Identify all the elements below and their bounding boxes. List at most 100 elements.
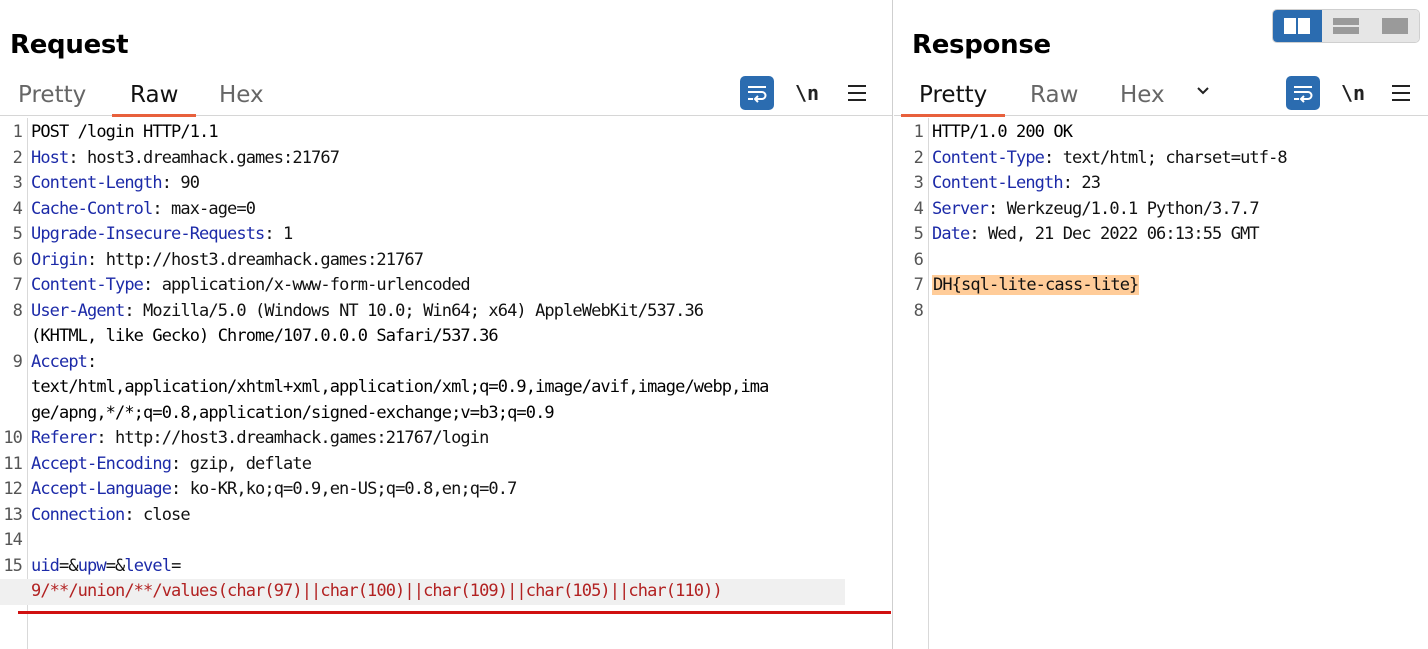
line-number: 1 xyxy=(12,122,23,142)
response-editor[interactable]: 1 HTTP/1.0 200 OK 2 Content-Type: text/html… xyxy=(894,118,1428,649)
header-line: User-Agent: Mozilla/5.0 (Windows NT 10.0… xyxy=(31,300,704,321)
line-number: 4 xyxy=(913,198,924,219)
single-pane-layout-icon xyxy=(1381,18,1408,34)
request-tab-hex[interactable]: Hex xyxy=(219,80,264,116)
header-value: host3.dreamhack.games:21767 xyxy=(87,147,340,168)
chevron-down-icon[interactable] xyxy=(1196,84,1210,98)
response-tab-pretty[interactable]: Pretty xyxy=(900,80,1006,117)
header-value: ko-KR,ko;q=0.9,en-US;q=0.8,en;q=0.7 xyxy=(189,479,518,499)
line-number: 6 xyxy=(913,249,924,270)
header-name: User-Agent xyxy=(31,300,125,321)
header-name: Accept xyxy=(31,351,88,372)
layout-toggle[interactable] xyxy=(1272,9,1420,43)
code-line: 5 Date: Wed, 21 Dec 2022 06:13:55 GMT xyxy=(894,222,1428,248)
header-value: text/html; charset=utf-8 xyxy=(1062,147,1288,168)
layout-single[interactable] xyxy=(1370,10,1419,42)
header-line: Accept: xyxy=(31,351,106,372)
code-line: 6 xyxy=(894,248,1428,274)
header-value: Wed, 21 Dec 2022 06:13:55 GMT xyxy=(988,224,1260,244)
code-line: 3 Content-Length: 90 xyxy=(0,171,892,197)
request-newline-toggle[interactable]: \n xyxy=(790,76,824,110)
request-wrap-button[interactable] xyxy=(740,76,774,110)
code-line: 1 POST /login HTTP/1.1 xyxy=(0,120,892,146)
request-menu-button[interactable] xyxy=(840,76,874,110)
request-tab-raw[interactable]: Raw xyxy=(111,80,197,117)
header-line: Server: Werkzeug/1.0.1 Python/3.7.7 xyxy=(932,198,1260,219)
layout-stacked[interactable] xyxy=(1321,10,1371,42)
code-line: 7 Content-Type: application/x-www-form-ur… xyxy=(0,273,892,299)
line-number: 12 xyxy=(3,479,23,499)
header-line: Cache-Control: max-age=0 xyxy=(31,198,256,219)
header-line: Referer: http://host3.dreamhack.games:21… xyxy=(31,428,489,448)
body-param-separator: =& xyxy=(105,555,126,576)
header-name: Referer xyxy=(31,428,97,448)
header-value: Werkzeug/1.0.1 Python/3.7.7 xyxy=(1006,198,1260,219)
response-wrap-button[interactable] xyxy=(1286,76,1320,110)
header-name: Host xyxy=(31,147,69,168)
code-line: 1 HTTP/1.0 200 OK xyxy=(894,120,1428,146)
response-tab-hex[interactable]: Hex xyxy=(1120,80,1165,116)
header-value: close xyxy=(143,504,191,525)
code-line: 6 Origin: http://host3.dreamhack.games:21… xyxy=(0,248,892,274)
header-line: Date: Wed, 21 Dec 2022 06:13:55 GMT xyxy=(932,224,1260,244)
stacked-layout-icon xyxy=(1333,18,1359,34)
header-value: gzip, deflate xyxy=(189,453,312,474)
request-tab-pretty[interactable]: Pretty xyxy=(18,80,86,116)
request-editor[interactable]: 1 POST /login HTTP/1.1 2 Host: host3.dreamh… xyxy=(0,118,892,649)
body-param-separator: = xyxy=(171,555,181,576)
plain-line: (KHTML, like Gecko) Chrome/107.0.0.0 Saf… xyxy=(31,326,499,346)
plain-line: text/html,application/xhtml+xml,applicat… xyxy=(31,377,769,397)
body-param-name: upw xyxy=(77,555,107,576)
header-line: Content-Type: application/x-www-form-url… xyxy=(31,275,471,295)
sql-injection-payload: 9/**/union/**/values(char(97)||char(100)… xyxy=(31,581,723,601)
response-tab-raw[interactable]: Raw xyxy=(1030,80,1078,116)
code-line: 8 xyxy=(894,299,1428,325)
header-name: Accept-Encoding xyxy=(31,453,172,474)
line-number: 7 xyxy=(12,275,23,295)
plain-line: ge/apng,*/*;q=0.8,application/signed-exc… xyxy=(31,402,555,423)
hamburger-icon xyxy=(848,85,866,87)
request-pane: Request Pretty Raw Hex \n 1 POST /login H… xyxy=(0,0,893,649)
header-name: Content-Type xyxy=(31,275,144,295)
header-name: Content-Type xyxy=(932,147,1045,168)
header-value: http://host3.dreamhack.games:21767/login xyxy=(115,428,489,448)
line-number: 1 xyxy=(913,122,924,142)
word-wrap-icon xyxy=(1294,86,1313,103)
header-line: Content-Length: 90 xyxy=(31,173,200,193)
code-line: 4 Server: Werkzeug/1.0.1 Python/3.7.7 xyxy=(894,197,1428,223)
header-value: application/x-www-form-urlencoded xyxy=(161,275,471,295)
line-number: 8 xyxy=(913,300,924,321)
body-param-separator: =& xyxy=(59,555,79,576)
line-number: 5 xyxy=(913,224,924,244)
line-number: 14 xyxy=(3,530,23,550)
request-tabbar: Pretty Raw Hex \n xyxy=(0,70,892,117)
line-number: 13 xyxy=(3,504,23,525)
header-value: Mozilla/5.0 (Windows NT 10.0; Win64; x64… xyxy=(143,300,704,321)
code-line: 2 Host: host3.dreamhack.games:21767 xyxy=(0,146,892,172)
response-newline-toggle[interactable]: \n xyxy=(1336,76,1370,110)
body-param-name: uid xyxy=(31,555,60,576)
response-pane: Response Pretty Raw Hex \n 1 HTTP/1.0 200… xyxy=(894,0,1428,649)
code-line: 2 Content-Type: text/html; charset=utf-8 xyxy=(894,146,1428,172)
line-number: 8 xyxy=(12,300,23,321)
code-line: 15 uid=&upw=&level= xyxy=(0,554,892,580)
header-name: Content-Length xyxy=(932,173,1064,193)
response-title: Response xyxy=(912,30,1051,60)
line-number: 3 xyxy=(12,173,23,193)
layout-side-by-side[interactable] xyxy=(1273,10,1322,42)
header-name: Accept-Language xyxy=(31,479,172,499)
code-line: ge/apng,*/*;q=0.8,application/signed-exc… xyxy=(0,401,892,427)
response-body: DH{sql-lite-cass-lite} xyxy=(932,273,1140,299)
code-line: text/html,application/xhtml+xml,applicat… xyxy=(0,375,892,401)
code-line: 12 Accept-Language: ko-KR,ko;q=0.9,en-US;… xyxy=(0,477,892,503)
line-number: 5 xyxy=(12,224,23,244)
line-number: 2 xyxy=(12,147,23,168)
request-title: Request xyxy=(10,30,129,60)
header-value: 90 xyxy=(180,173,200,193)
header-value: 23 xyxy=(1081,173,1101,193)
code-line: (KHTML, like Gecko) Chrome/107.0.0.0 Saf… xyxy=(0,324,892,350)
response-menu-button[interactable] xyxy=(1384,76,1418,110)
response-tabbar: Pretty Raw Hex \n xyxy=(894,70,1428,117)
header-name: Content-Length xyxy=(31,173,163,193)
header-name: Origin xyxy=(31,249,88,270)
